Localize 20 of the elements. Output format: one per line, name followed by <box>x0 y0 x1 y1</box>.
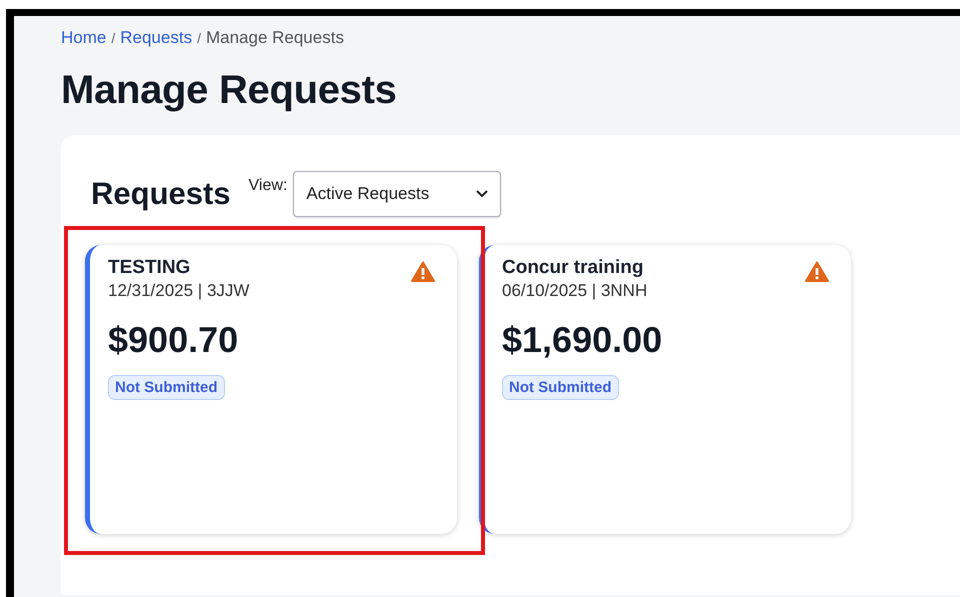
request-title: Concur training <box>502 257 644 279</box>
request-card[interactable]: TESTING 12/31/2025 | 3JJW $900.70 Not Submitted <box>85 245 457 534</box>
request-title: TESTING <box>108 257 192 279</box>
chevron-down-icon <box>476 190 488 198</box>
section-title: Requests <box>91 176 231 212</box>
request-amount: $1,690.00 <box>502 319 664 361</box>
breadcrumb-link[interactable]: Requests <box>120 28 192 48</box>
view-dropdown[interactable]: Active Requests <box>293 171 502 217</box>
request-details: 12/31/2025 | 3JJW <box>108 281 250 301</box>
status-badge: Not Submitted <box>502 375 618 400</box>
breadcrumb-separator: / <box>197 30 201 46</box>
request-details: 06/10/2025 | 3NNH <box>502 281 648 301</box>
request-amount: $900.70 <box>108 319 240 361</box>
status-badge: Not Submitted <box>108 375 224 400</box>
breadcrumb-separator: / <box>111 30 116 46</box>
breadcrumb-current: Manage Requests <box>206 28 344 48</box>
request-card[interactable]: Concur training 06/10/2025 | 3NNH $1,690.00 Not Submitted <box>479 245 851 534</box>
page-title: Manage Requests <box>61 68 398 113</box>
view-label: View: <box>248 177 288 195</box>
breadcrumb-link[interactable]: Home <box>61 28 106 48</box>
